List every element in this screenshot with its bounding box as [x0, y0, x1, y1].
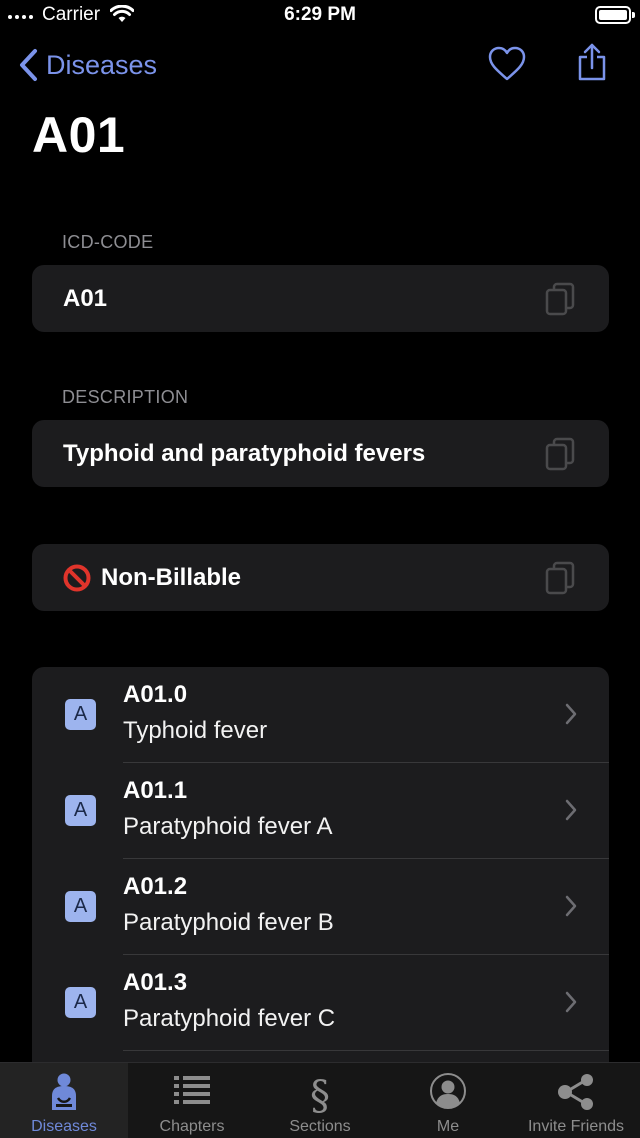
section-icon: §: [310, 1073, 330, 1116]
clock: 6:29 PM: [284, 4, 356, 25]
tab-sections[interactable]: § Sections: [256, 1063, 384, 1138]
subcode-list: A A01.0 Typhoid fever A A01.1 Paratyphoi…: [32, 667, 609, 1087]
list-item[interactable]: A A01.2 Paratyphoid fever B: [32, 859, 609, 955]
tab-chapters[interactable]: Chapters: [128, 1063, 256, 1138]
subcode-description: Typhoid fever: [123, 717, 268, 744]
icd-code-field[interactable]: A01: [32, 265, 609, 332]
share-icon: [578, 43, 606, 81]
battery-icon: [595, 6, 635, 24]
billable-value: Non-Billable: [101, 563, 242, 591]
chevron-right-icon: [565, 895, 577, 917]
back-button[interactable]: Diseases: [18, 48, 157, 82]
avatar-icon: [430, 1073, 466, 1109]
subcode-description: Paratyphoid fever A: [123, 813, 333, 840]
copy-icon[interactable]: [545, 437, 575, 471]
description-header: DESCRIPTION: [62, 387, 189, 407]
chevron-left-icon: [20, 49, 37, 81]
share-network-icon: [558, 1074, 593, 1110]
billable-field[interactable]: Non-Billable: [32, 544, 609, 611]
status-bar: Carrier 6:29 PM: [0, 0, 640, 32]
icd-code-header: ICD-CODE: [62, 232, 154, 252]
subcode-description: Paratyphoid fever C: [123, 1005, 336, 1032]
favorite-button[interactable]: [488, 46, 526, 87]
heart-icon: [488, 46, 526, 81]
back-label: Diseases: [46, 49, 158, 80]
page-title: A01: [32, 107, 126, 163]
share-button[interactable]: [576, 42, 608, 87]
subcode-description: Paratyphoid fever B: [123, 909, 334, 936]
divider: [123, 1050, 609, 1051]
tab-bar: Diseases Chapters § Sections Me Invite F…: [0, 1062, 640, 1138]
chevron-right-icon: [565, 703, 577, 725]
subcode-code: A01.1: [123, 777, 188, 804]
tab-label: Diseases: [31, 1118, 97, 1135]
list-icon: [174, 1076, 210, 1104]
svg-text:§: §: [310, 1073, 330, 1116]
category-badge: A: [65, 795, 96, 826]
subcode-code: A01.2: [123, 873, 188, 900]
description-field[interactable]: Typhoid and paratyphoid fevers: [32, 420, 609, 487]
subcode-code: A01.0: [123, 681, 188, 708]
tab-label: Chapters: [159, 1118, 225, 1135]
copy-icon[interactable]: [545, 282, 575, 316]
no-entry-icon: [63, 564, 91, 591]
description-value: Typhoid and paratyphoid fevers: [63, 439, 426, 467]
subcode-code: A01.3: [123, 969, 188, 996]
category-badge: A: [65, 987, 96, 1018]
chevron-right-icon: [565, 799, 577, 821]
tab-label: Me: [436, 1118, 460, 1135]
chevron-right-icon: [565, 991, 577, 1013]
list-item[interactable]: A A01.1 Paratyphoid fever A: [32, 763, 609, 859]
person-icon: [52, 1073, 76, 1110]
tab-label: Invite Friends: [527, 1118, 625, 1135]
category-badge: A: [65, 699, 96, 730]
list-item[interactable]: A A01.0 Typhoid fever: [32, 667, 609, 763]
category-badge: A: [65, 891, 96, 922]
icd-code-value: A01: [63, 284, 108, 312]
copy-icon[interactable]: [545, 561, 575, 595]
tab-label: Sections: [289, 1118, 351, 1135]
tab-diseases[interactable]: Diseases: [0, 1063, 128, 1138]
tab-me[interactable]: Me: [384, 1063, 512, 1138]
tab-invite-friends[interactable]: Invite Friends: [512, 1063, 640, 1138]
list-item[interactable]: A A01.3 Paratyphoid fever C: [32, 955, 609, 1051]
